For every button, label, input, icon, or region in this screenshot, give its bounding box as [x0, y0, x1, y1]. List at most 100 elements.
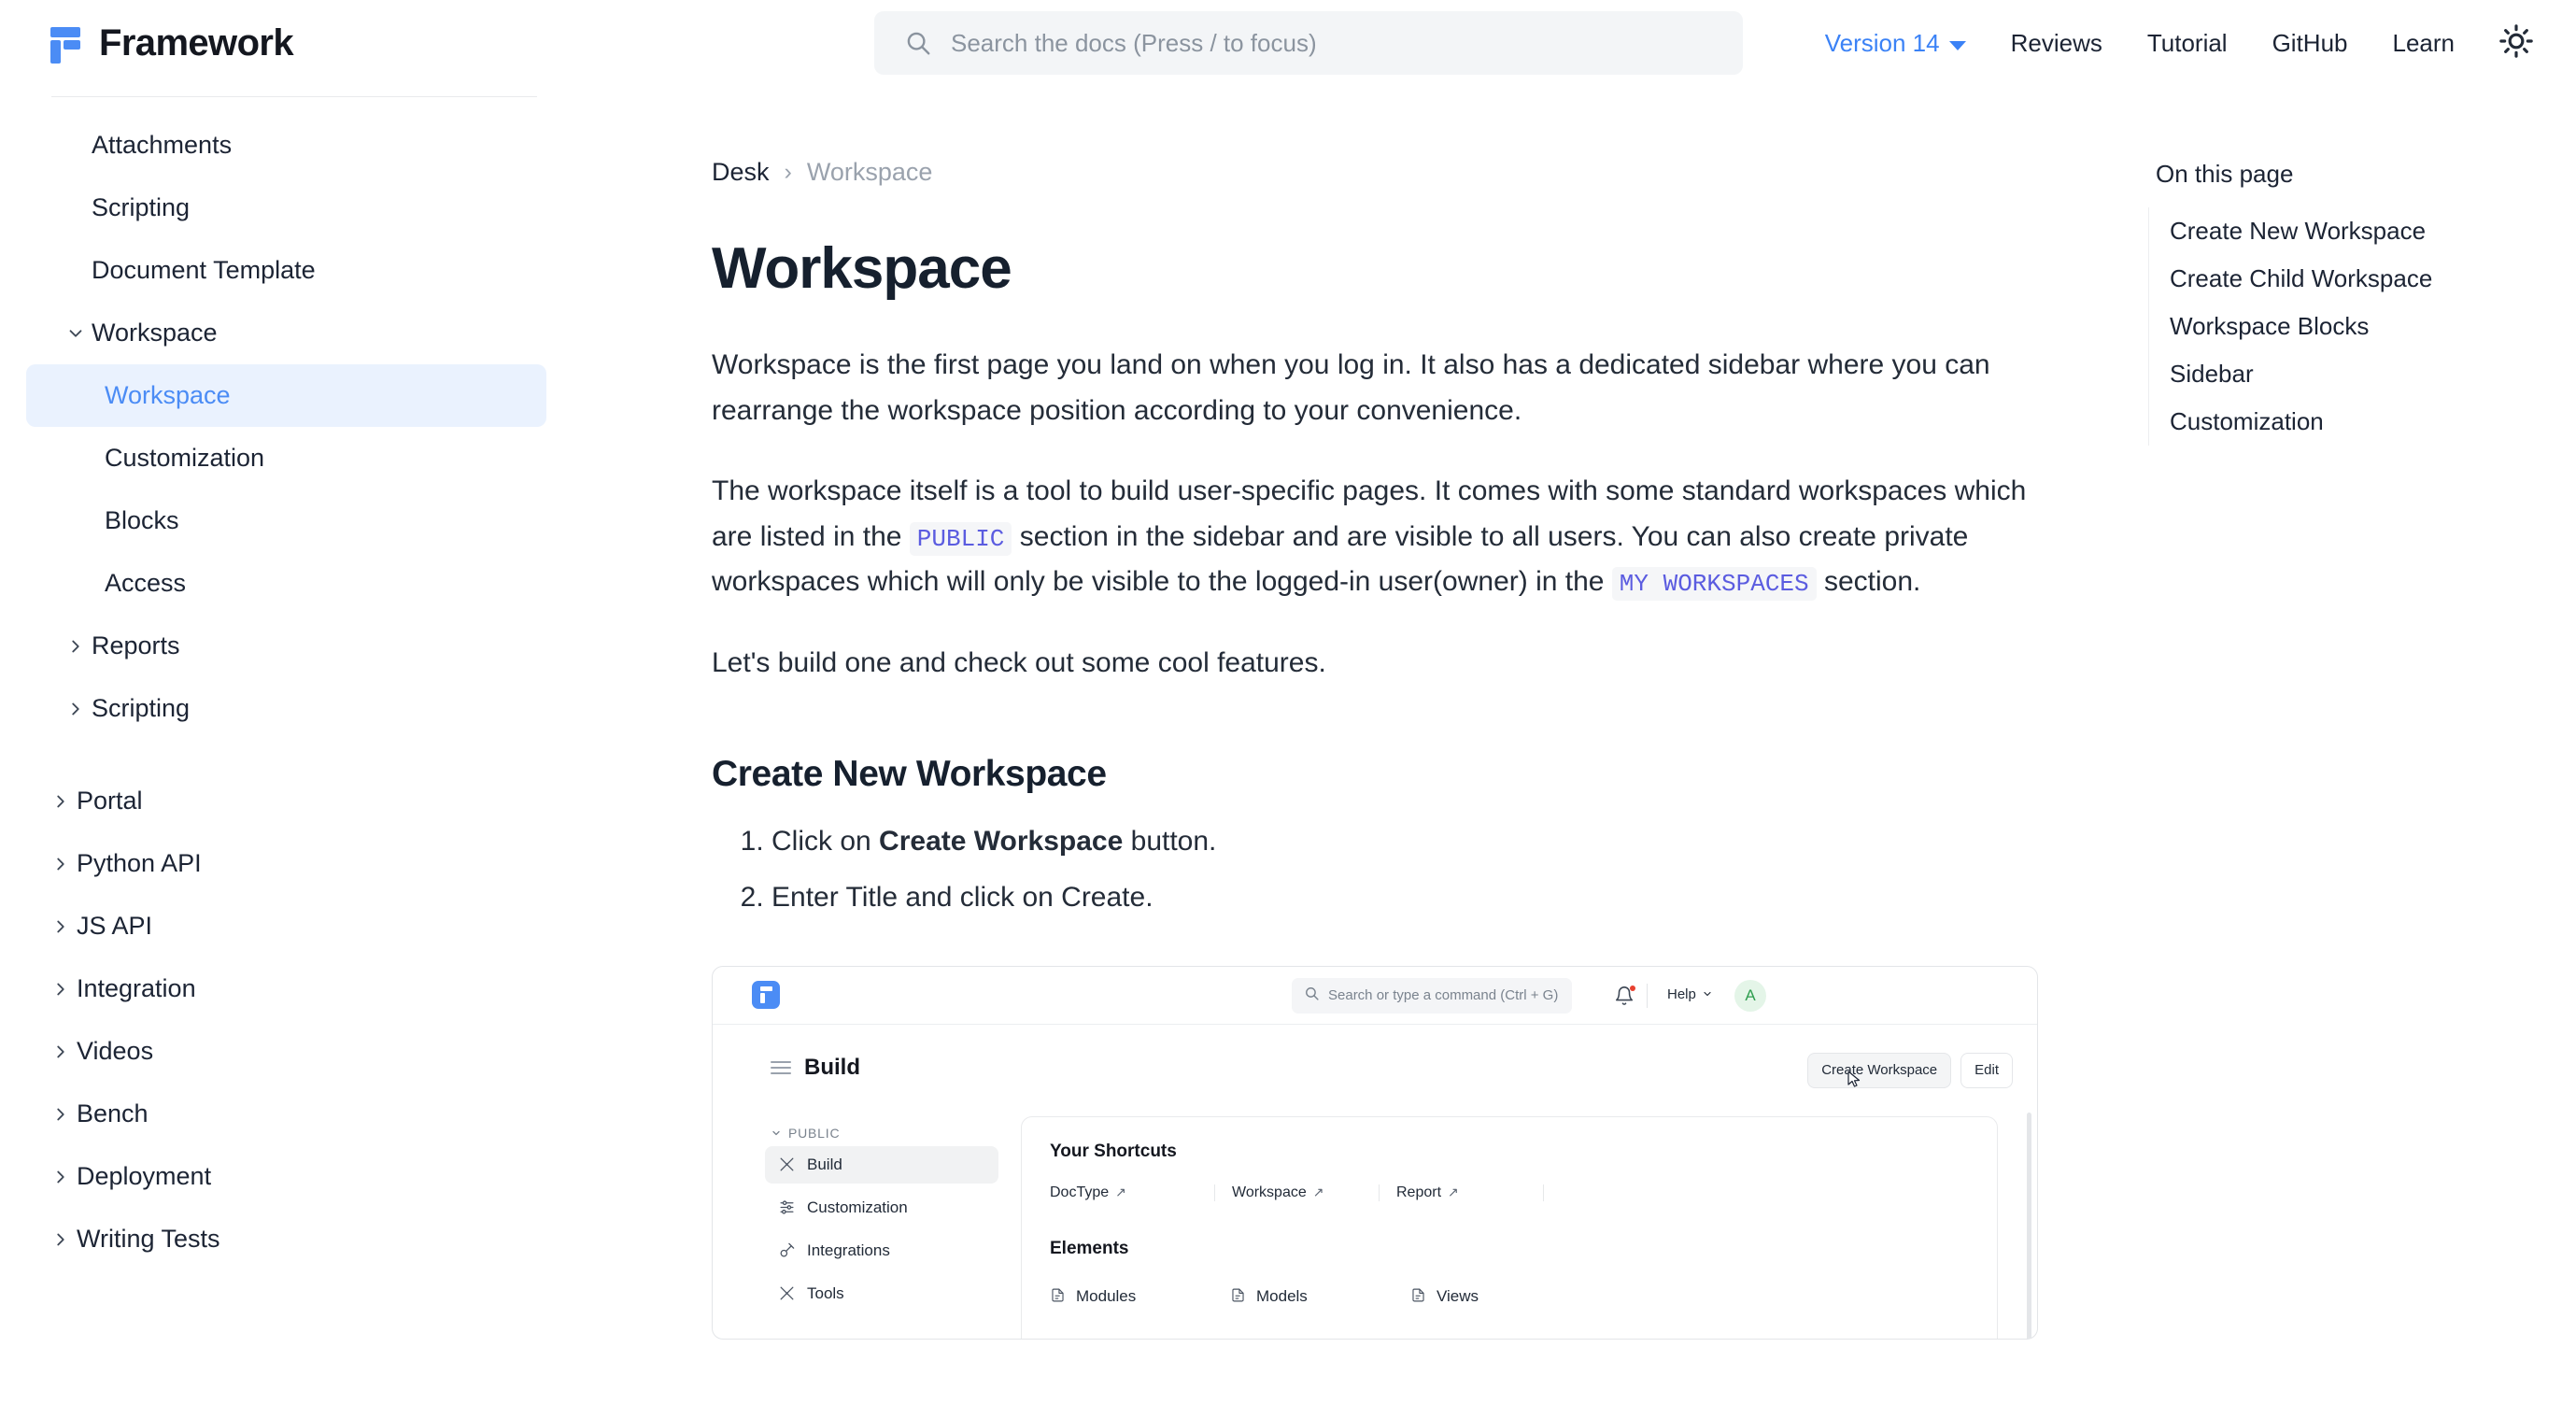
- sidebar-item-workspace[interactable]: Workspace: [26, 302, 546, 364]
- chevron-right-icon: [60, 636, 92, 657]
- sidebar-item-label: Attachments: [92, 131, 233, 159]
- screenshot-scrollbar[interactable]: [2027, 1112, 2031, 1339]
- search-input[interactable]: [951, 11, 1743, 75]
- sidebar-item-label: Scripting: [92, 193, 191, 221]
- toc-item-workspace-blocks[interactable]: Workspace Blocks: [2149, 303, 2541, 350]
- sidebar-item-scripting[interactable]: Scripting: [26, 177, 546, 239]
- screenshot-sidebar-label: Customization: [807, 1198, 908, 1216]
- brand-name: Framework: [99, 22, 294, 64]
- screenshot-sidebar-item-customization[interactable]: Customization: [765, 1189, 998, 1227]
- screenshot-search-input[interactable]: Search or type a command (Ctrl + G): [1292, 977, 1572, 1014]
- sidebar-item-access[interactable]: Access: [26, 552, 546, 615]
- element-views[interactable]: Views: [1410, 1287, 1591, 1306]
- screenshot-sidebar-item-build[interactable]: Build: [765, 1145, 998, 1184]
- chevron-right-icon: [45, 916, 77, 937]
- sidebar-item-writing-tests[interactable]: Writing Tests: [26, 1208, 546, 1270]
- step-1-post: button.: [1123, 825, 1217, 857]
- chevron-right-icon: [45, 1229, 77, 1250]
- toc-list: Create New Workspace Create Child Workspa…: [2148, 207, 2541, 446]
- page-title: Workspace: [712, 236, 1012, 301]
- breadcrumb-parent[interactable]: Desk: [712, 158, 770, 187]
- search-icon: [1304, 986, 1320, 1006]
- nav-item-learn[interactable]: Learn: [2371, 29, 2478, 58]
- avatar[interactable]: A: [1734, 979, 1766, 1012]
- sidebar-item-blocks[interactable]: Blocks: [26, 489, 546, 552]
- closing-paragraph: Let's build one and check out some cool …: [712, 646, 1326, 678]
- framework-f-logo-icon: [49, 24, 82, 64]
- element-modules[interactable]: Modules: [1050, 1287, 1230, 1306]
- chevron-down-icon: [772, 1130, 780, 1135]
- arrow-up-right-icon: ↗: [1312, 1184, 1324, 1200]
- nav-item-tutorial[interactable]: Tutorial: [2125, 29, 2250, 58]
- sidebar-item-document-template[interactable]: Document Template: [26, 239, 546, 302]
- shortcut-doctype[interactable]: DocType ↗: [1050, 1184, 1214, 1201]
- toc-title: On this page: [2156, 160, 2294, 188]
- create-workspace-button[interactable]: Create Workspace: [1807, 1052, 1952, 1089]
- toc-item-create-child-workspace[interactable]: Create Child Workspace: [2149, 255, 2541, 303]
- sidebar-item-label: Customization: [105, 444, 265, 472]
- toc-item-sidebar[interactable]: Sidebar: [2149, 350, 2541, 398]
- sidebar-item-deployment[interactable]: Deployment: [26, 1145, 546, 1208]
- sidebar-list: Attachments Scripting Document Template Wor…: [0, 97, 579, 1270]
- sidebar-item-python-api[interactable]: Python API: [26, 832, 546, 895]
- edit-button[interactable]: Edit: [1960, 1052, 2013, 1088]
- elements-title: Elements: [1050, 1238, 1129, 1258]
- hamburger-icon[interactable]: [771, 1060, 791, 1074]
- cursor-arrow-icon: [1847, 1071, 1861, 1089]
- sidebar-item-label: Document Template: [92, 256, 316, 284]
- nav-version-dropdown[interactable]: Version 14: [1803, 29, 1989, 58]
- section-heading-create-new-workspace: Create New Workspace: [712, 753, 1107, 794]
- nav-item-reviews[interactable]: Reviews: [1989, 29, 2125, 58]
- notification-dot: [1630, 985, 1635, 991]
- elements-row: Modules Models Views: [1050, 1287, 1969, 1306]
- sidebar-item-workspace[interactable]: Workspace: [26, 364, 546, 427]
- sidebar-item-label: Workspace: [92, 319, 218, 347]
- docs-search[interactable]: [874, 11, 1743, 75]
- description-paragraph: The workspace itself is a tool to build …: [712, 469, 2038, 605]
- sidebar-item-customization[interactable]: Customization: [26, 427, 546, 489]
- screenshot-topbar: Search or type a command (Ctrl + G) Help…: [713, 967, 2037, 1025]
- toc-item-create-new-workspace[interactable]: Create New Workspace: [2149, 207, 2541, 255]
- screenshot-body: Build Create Workspace Edit PUBLIC Build…: [713, 1025, 2037, 1339]
- help-menu[interactable]: Help: [1667, 986, 1713, 1002]
- shortcut-workspace[interactable]: Workspace ↗: [1214, 1184, 1379, 1201]
- shortcuts-row: DocType ↗ Workspace ↗ Report ↗: [1050, 1184, 1969, 1201]
- bell-icon[interactable]: [1614, 985, 1635, 1011]
- inline-code-public: PUBLIC: [909, 521, 1012, 556]
- breadcrumb-current: Workspace: [806, 158, 933, 186]
- steps-list: Click on Create Workspace button. Enter …: [712, 819, 2111, 921]
- sidebar-item-attachments[interactable]: Attachments: [26, 114, 546, 177]
- screenshot-sidebar-label: Build: [807, 1155, 842, 1173]
- arrow-up-right-icon: ↗: [1115, 1184, 1126, 1200]
- sidebar-item-js-api[interactable]: JS API: [26, 895, 546, 957]
- theme-toggle-button[interactable]: [2477, 22, 2550, 64]
- sidebar-item-label: Videos: [77, 1037, 154, 1065]
- sidebar-item-label: Bench: [77, 1099, 149, 1127]
- shortcut-label: Report: [1396, 1184, 1442, 1200]
- nav-item-github[interactable]: GitHub: [2250, 29, 2371, 58]
- sidebar-item-bench[interactable]: Bench: [26, 1083, 546, 1145]
- sidebar-item-integration[interactable]: Integration: [26, 957, 546, 1020]
- element-models[interactable]: Models: [1230, 1287, 1410, 1306]
- sidebar-item-videos[interactable]: Videos: [26, 1020, 546, 1083]
- shortcut-label: DocType: [1050, 1184, 1110, 1200]
- brand[interactable]: Framework: [0, 22, 579, 64]
- arrow-up-right-icon: ↗: [1448, 1184, 1459, 1200]
- chevron-right-icon: [45, 979, 77, 1000]
- topbar-divider: [1647, 983, 1648, 1008]
- screenshot-sidebar-item-integrations[interactable]: Integrations: [765, 1232, 998, 1269]
- screenshot-sidebar-item-tools[interactable]: Tools: [765, 1275, 998, 1312]
- sidebar-item-scripting[interactable]: Scripting: [26, 677, 546, 740]
- sun-icon: [2498, 22, 2535, 64]
- screenshot-sidebar-section-public[interactable]: PUBLIC: [771, 1126, 998, 1141]
- shortcut-report[interactable]: Report ↗: [1379, 1184, 1543, 1201]
- sidebar-item-portal[interactable]: Portal: [26, 770, 546, 832]
- frappe-logo-icon: [752, 981, 780, 1010]
- sidebar-item-label: Writing Tests: [77, 1225, 220, 1253]
- list-item: Enter Title and click on Create.: [771, 875, 2111, 921]
- sidebar-item-reports[interactable]: Reports: [26, 615, 546, 677]
- help-label: Help: [1667, 986, 1696, 1002]
- toc-item-customization[interactable]: Customization: [2149, 398, 2541, 446]
- nav-tutorial-label: Tutorial: [2146, 29, 2228, 57]
